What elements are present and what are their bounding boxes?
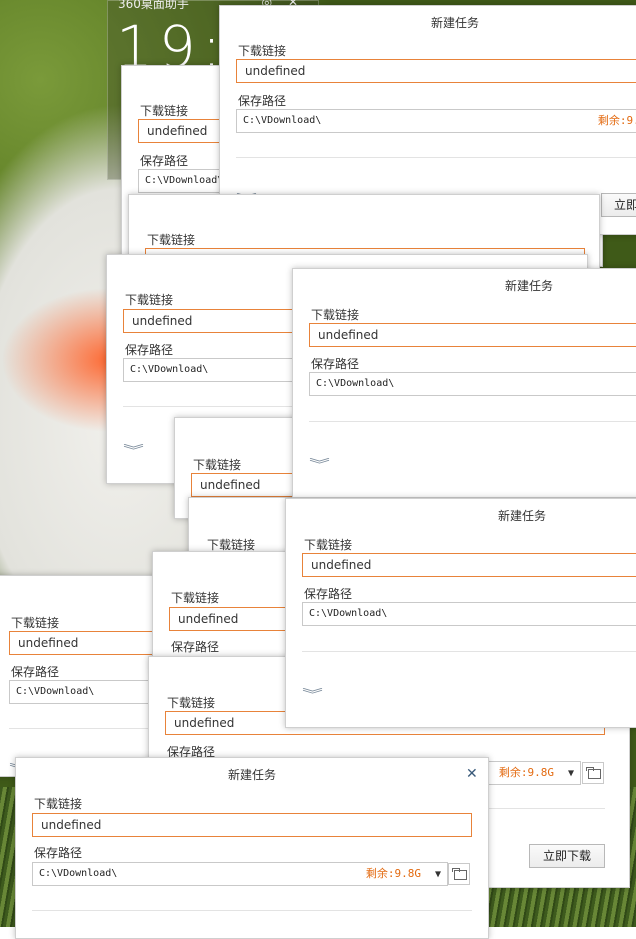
folder-icon[interactable] [582,762,604,784]
path-input[interactable]: C:\VDownload\ 剩余:9.8G [236,109,636,133]
free-space-label: 剩余:9.8G [597,114,636,127]
dialog-title: 新建任务 [497,509,546,523]
free-space-label: 剩余:9.8G [365,867,421,880]
url-label: 下载链接 [311,308,360,322]
url-label: 下载链接 [193,458,242,472]
url-label: 下载链接 [167,696,216,710]
path-label: 保存路径 [11,665,60,679]
download-now-button[interactable]: 立即下载 [529,844,605,868]
download-now-button[interactable]: 立即 [601,193,636,217]
url-input[interactable]: undefined [32,813,472,837]
divider [302,651,636,652]
path-input[interactable]: C:\VDownload\ [309,372,636,396]
url-label: 下载链接 [304,538,353,552]
divider [236,157,636,158]
url-input[interactable]: undefined [309,323,636,347]
url-label: 下载链接 [125,293,174,307]
widget-title: 360桌面助手 [118,0,189,11]
new-task-dialog[interactable]: 新建任务 下载链接 undefined 保存路径 C:\VDownload\ ︾ [285,498,636,728]
path-value: C:\VDownload\ [39,868,118,879]
url-input[interactable]: undefined [302,553,636,577]
expand-chevron-icon[interactable]: ︾ [302,689,323,702]
url-label: 下载链接 [34,797,83,811]
path-label: 保存路径 [140,154,189,168]
free-space-label: 剩余:9.8G [498,766,554,779]
path-label: 保存路径 [304,587,353,601]
path-value: C:\VDownload\ [243,115,322,126]
expand-chevron-icon[interactable]: ︾ [123,445,144,458]
dialog-title: 新建任务 [504,279,553,293]
new-task-dialog[interactable]: 新建任务 下载链接 undefined 保存路径 C:\VDownload\ ︾ [292,268,636,498]
dialog-title: 新建任务 [430,16,479,30]
url-label: 下载链接 [147,233,196,247]
expand-chevron-icon[interactable]: ︾ [309,459,330,472]
divider [309,421,636,422]
folder-icon[interactable] [448,863,470,885]
path-input[interactable]: C:\VDownload\ [302,602,636,626]
url-label: 下载链接 [140,104,189,118]
new-task-dialog[interactable]: 新建任务 ✕ 下载链接 undefined 保存路径 C:\VDownload\… [15,757,489,939]
url-label: 下载链接 [238,44,287,58]
path-label: 保存路径 [311,357,360,371]
url-label: 下载链接 [11,616,60,630]
dialog-title: 新建任务 [227,768,276,782]
dropdown-arrow-icon[interactable]: ▼ [568,763,574,785]
path-label: 保存路径 [34,846,83,860]
path-label: 保存路径 [125,343,174,357]
path-label: 保存路径 [171,640,220,654]
url-input[interactable]: undefined [236,59,636,83]
path-label: 保存路径 [238,94,287,108]
url-label: 下载链接 [171,591,220,605]
close-icon[interactable]: ✕ [466,766,478,782]
path-input[interactable]: C:\VDownload\ 剩余:9.8G ▼ [32,862,448,886]
dropdown-arrow-icon[interactable]: ▼ [435,864,441,886]
divider [32,910,472,911]
